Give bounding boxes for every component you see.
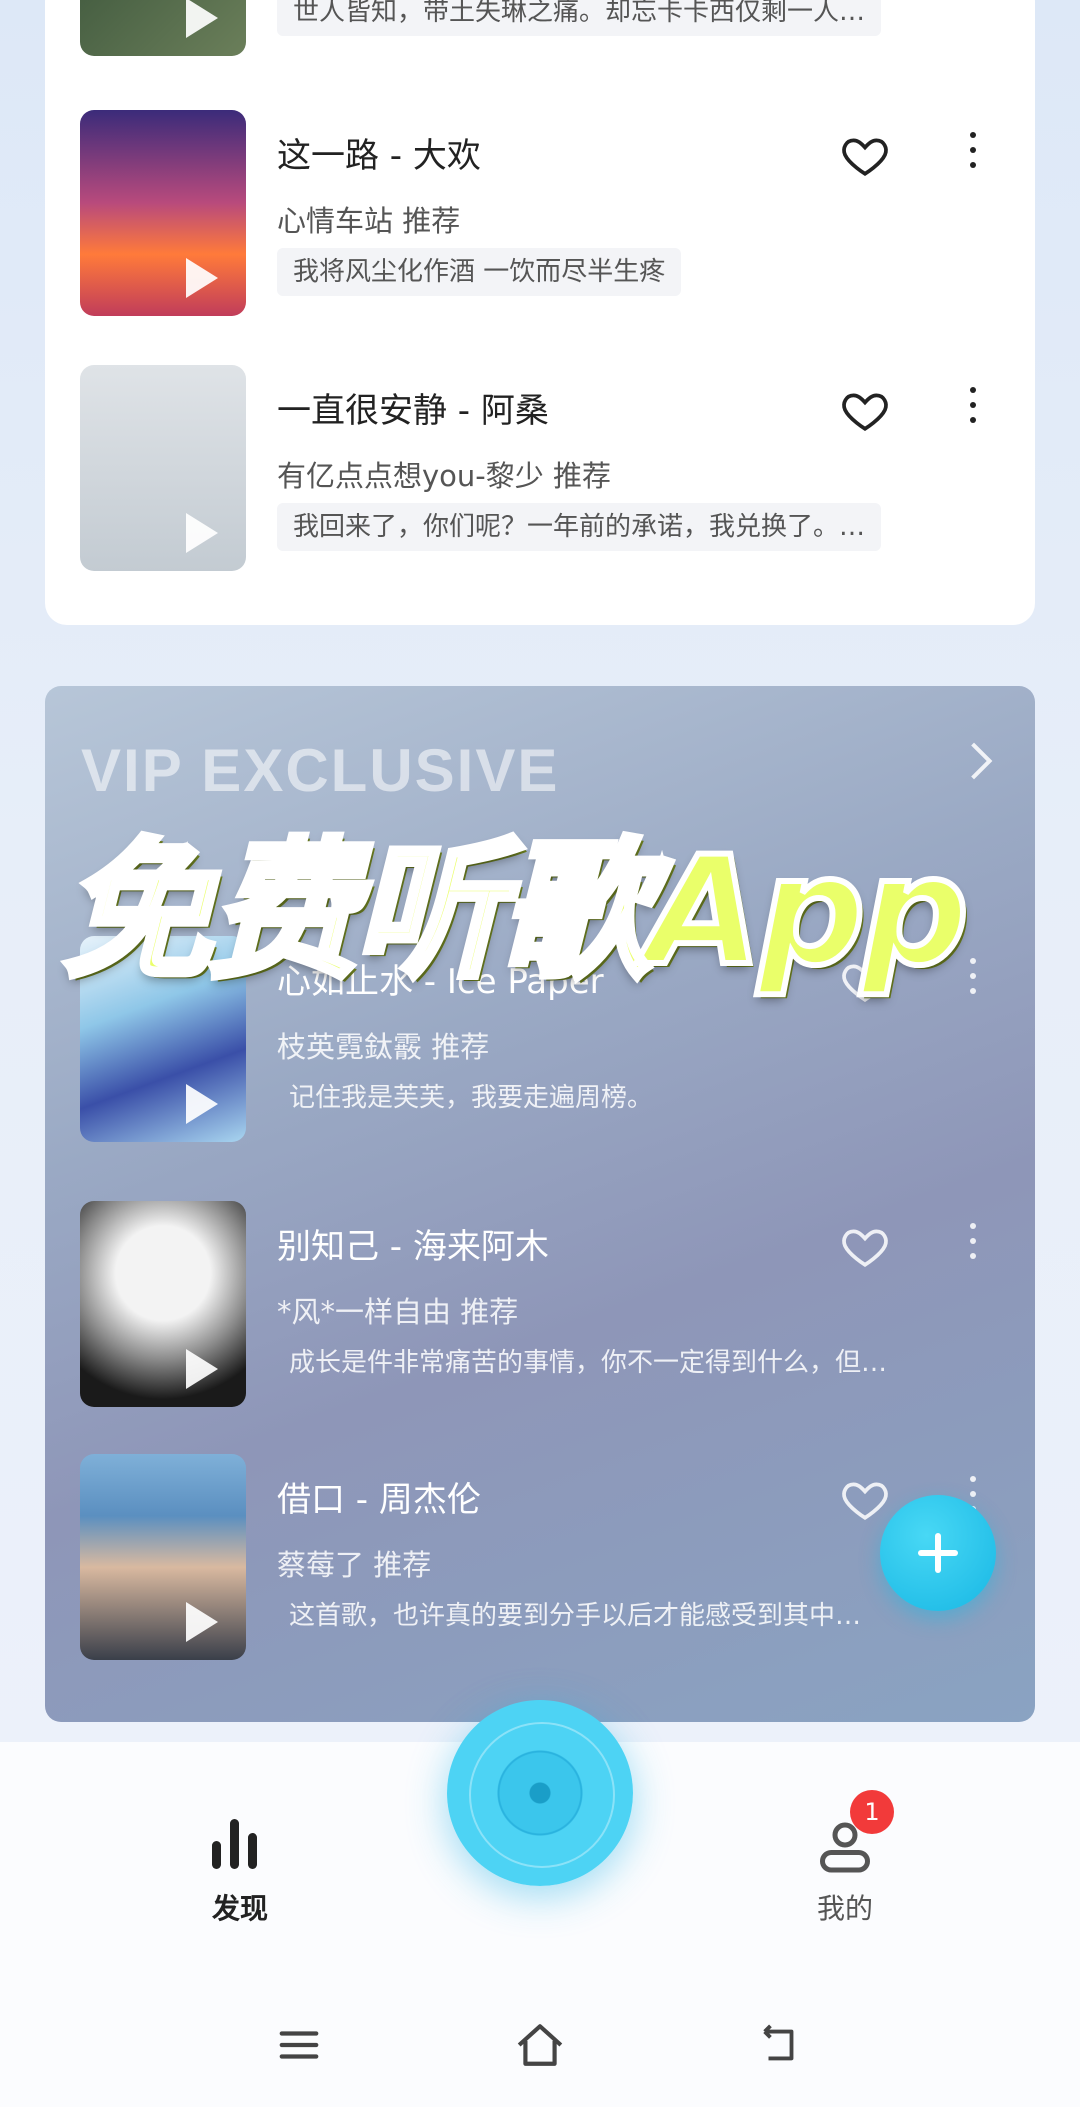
list-item[interactable]: 借口 - 周杰伦 蔡莓了 推荐 这首歌，也许真的要到分手以后才能感受到其中… — [80, 1454, 990, 1664]
heart-icon[interactable] — [840, 130, 890, 180]
disc-ring — [469, 1722, 615, 1868]
chevron-right-icon[interactable] — [955, 742, 993, 780]
more-options-icon[interactable] — [967, 958, 979, 1004]
add-button[interactable] — [880, 1495, 996, 1611]
song-quote: 成长是件非常痛苦的事情，你不一定得到什么，但… — [289, 1348, 888, 1378]
song-title: 这一路 - 大欢 — [277, 136, 481, 176]
nav-me-label: 我的 — [816, 1892, 873, 1925]
album-cover[interactable] — [80, 0, 246, 56]
song-quote: 我将风尘化作酒 一饮而尽半生疼 — [277, 248, 682, 296]
song-recommender: 蔡莓了 推荐 — [277, 1548, 432, 1582]
list-item[interactable]: 这一路 - 大欢 心情车站 推荐 我将风尘化作酒 一饮而尽半生疼 — [80, 110, 990, 320]
play-icon — [186, 1349, 218, 1389]
song-recommender: 枝英霓鈦霰 推荐 — [277, 1030, 490, 1064]
play-icon — [186, 0, 218, 38]
system-nav-bar — [0, 1982, 1080, 2107]
home-icon[interactable] — [512, 2020, 568, 2070]
list-item[interactable]: 别知己 - 海来阿木 *风*一样自由 推荐 成长是件非常痛苦的事情，你不一定得到… — [80, 1201, 990, 1411]
song-quote: 世人皆知，带土失琳之痛。却忘卡卡西仅剩一人… — [277, 0, 882, 36]
list-item[interactable]: 世人皆知，带土失琳之痛。却忘卡卡西仅剩一人… — [80, 0, 990, 60]
play-icon — [186, 1084, 218, 1124]
song-recommender: 心情车站 推荐 — [277, 204, 461, 238]
play-icon — [186, 1602, 218, 1642]
song-quote: 记住我是芙芙，我要走遍周榜。 — [289, 1083, 654, 1113]
song-recommender: *风*一样自由 推荐 — [277, 1295, 519, 1329]
nav-me[interactable]: 我的 — [795, 1815, 895, 1935]
more-options-icon[interactable] — [967, 387, 979, 433]
heart-icon[interactable] — [840, 1474, 890, 1524]
song-title: 借口 - 周杰伦 — [277, 1480, 481, 1520]
album-cover[interactable] — [80, 110, 246, 316]
heart-icon[interactable] — [840, 1221, 890, 1271]
song-quote: 我回来了，你们呢？一年前的承诺，我兑换了。… — [277, 503, 882, 551]
song-title: 一直很安静 - 阿桑 — [277, 391, 549, 431]
now-playing-disc[interactable] — [447, 1700, 633, 1886]
menu-icon[interactable] — [276, 2022, 322, 2068]
heart-icon[interactable] — [840, 385, 890, 435]
song-title: 别知己 - 海来阿木 — [277, 1227, 549, 1267]
song-quote: 这首歌，也许真的要到分手以后才能感受到其中… — [289, 1601, 862, 1631]
song-recommender: 有亿点点想you-黎少 推荐 — [277, 459, 611, 493]
more-options-icon[interactable] — [967, 132, 979, 178]
sound-bars-icon — [210, 1815, 270, 1875]
nav-discover[interactable]: 发现 — [190, 1815, 290, 1935]
list-item[interactable]: 一直很安静 - 阿桑 有亿点点想you-黎少 推荐 我回来了，你们呢？一年前的承… — [80, 365, 990, 575]
more-options-icon[interactable] — [967, 1223, 979, 1269]
album-cover[interactable] — [80, 1201, 246, 1407]
album-cover[interactable] — [80, 1454, 246, 1660]
nav-discover-label: 发现 — [211, 1892, 268, 1925]
back-icon[interactable] — [756, 2022, 804, 2068]
play-icon — [186, 258, 218, 298]
notification-badge: 1 — [850, 1790, 894, 1834]
play-icon — [186, 513, 218, 553]
album-cover[interactable] — [80, 365, 246, 571]
promo-caption: 免费听歌App — [59, 822, 972, 1002]
